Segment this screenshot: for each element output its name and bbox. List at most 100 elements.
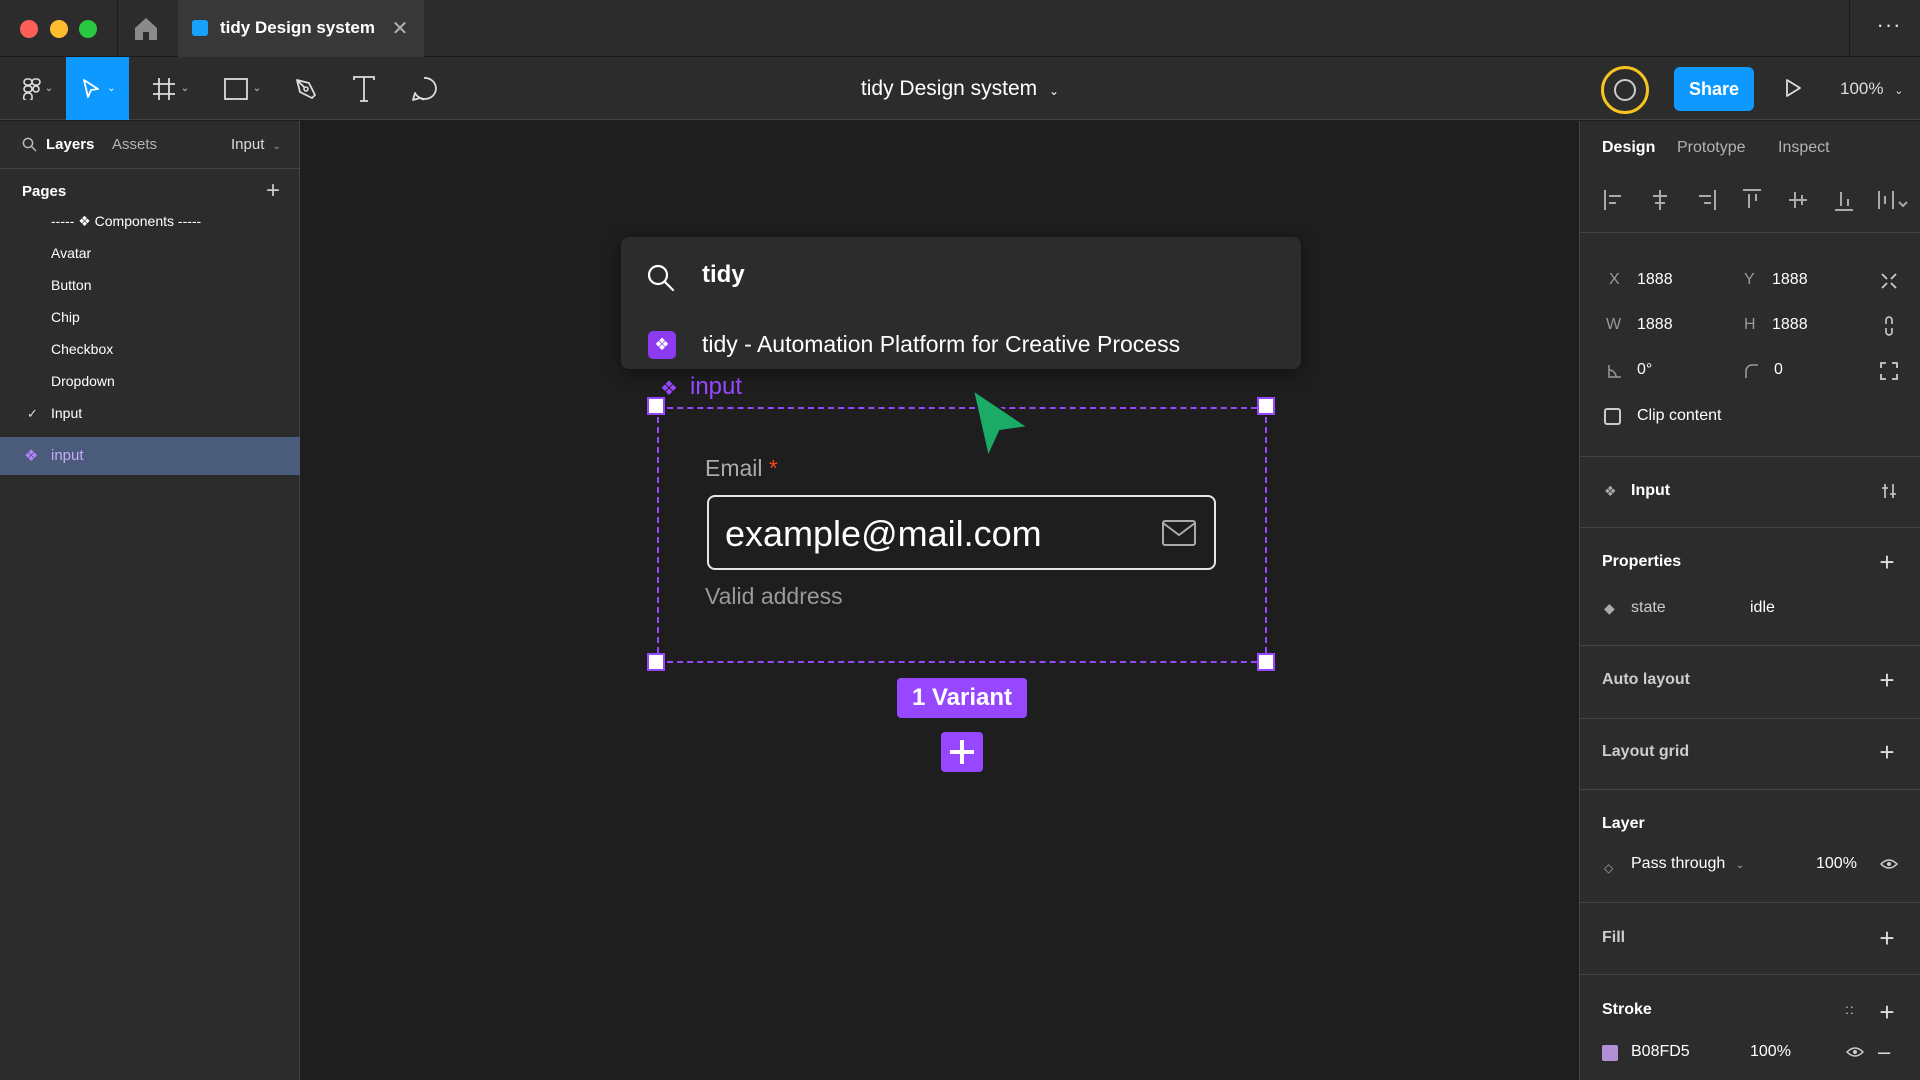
page-item-dropdown[interactable]: Dropdown xyxy=(51,373,115,389)
page-item-chip[interactable]: Chip xyxy=(51,309,80,325)
resize-handle-top-left[interactable] xyxy=(647,397,665,415)
page-item-components[interactable]: ----- ❖ Components ----- xyxy=(51,213,201,230)
layout-grid-header: Layout grid xyxy=(1602,743,1690,760)
email-field[interactable]: example@mail.com xyxy=(707,495,1216,570)
figma-file-icon xyxy=(192,20,208,36)
quick-actions-menu: tidy ❖ tidy - Automation Platform for Cr… xyxy=(621,237,1301,369)
variant-count-badge[interactable]: 1 Variant xyxy=(897,678,1027,718)
add-property-icon[interactable]: + xyxy=(1874,549,1900,575)
independent-corners-icon[interactable] xyxy=(1880,362,1898,380)
chevron-down-icon: ⌄ xyxy=(107,83,116,94)
canvas[interactable]: tidy ❖ tidy - Automation Platform for Cr… xyxy=(301,121,1579,1080)
add-auto-layout-icon[interactable]: + xyxy=(1874,667,1900,693)
close-window-button[interactable] xyxy=(20,20,38,38)
styles-grid-icon[interactable]: :: xyxy=(1845,1001,1855,1017)
zoom-level: 100% xyxy=(1840,79,1884,98)
share-button[interactable]: Share xyxy=(1674,67,1754,111)
h-input[interactable]: 1888 xyxy=(1772,316,1808,334)
divider xyxy=(1580,974,1920,975)
more-icon[interactable]: ··· xyxy=(1872,12,1906,42)
align-vertical-center-icon[interactable] xyxy=(1786,187,1810,213)
left-panel: Layers Assets Input ⌄ Pages + ----- ❖ Co… xyxy=(0,121,300,1080)
shape-tool-button[interactable]: ⌄ xyxy=(214,57,270,120)
tab-prototype[interactable]: Prototype xyxy=(1677,139,1745,157)
blend-mode-value: Pass through xyxy=(1631,855,1726,872)
x-input[interactable]: 1888 xyxy=(1637,271,1673,289)
divider xyxy=(117,0,118,57)
add-layout-grid-icon[interactable]: + xyxy=(1874,739,1900,765)
resize-handle-bottom-right[interactable] xyxy=(1257,653,1275,671)
blend-mode-dropdown[interactable]: Pass through ⌄ xyxy=(1631,855,1744,873)
divider xyxy=(1580,645,1920,646)
tab-file[interactable]: tidy Design system ✕ xyxy=(178,0,424,57)
pen-tool-button[interactable] xyxy=(286,57,326,120)
close-tab-icon[interactable]: ✕ xyxy=(388,16,412,41)
align-top-icon[interactable] xyxy=(1740,187,1764,213)
add-variant-button[interactable] xyxy=(941,732,983,772)
home-icon[interactable] xyxy=(132,16,160,42)
stroke-color-value[interactable]: B08FD5 xyxy=(1631,1043,1690,1061)
page-dropdown[interactable]: Input ⌄ xyxy=(231,136,281,153)
auto-layout-header: Auto layout xyxy=(1602,671,1690,688)
chevron-down-icon: ⌄ xyxy=(180,83,190,94)
tab-assets[interactable]: Assets xyxy=(112,136,157,153)
frame-tool-button[interactable]: ⌄ xyxy=(142,57,198,120)
remove-stroke-icon[interactable]: – xyxy=(1878,1039,1890,1065)
constraints-icon[interactable] xyxy=(1880,272,1898,290)
component-properties-icon[interactable] xyxy=(1881,482,1897,500)
move-tool-button[interactable]: ⌄ xyxy=(66,57,129,120)
tab-inspect[interactable]: Inspect xyxy=(1778,139,1830,157)
zoom-dropdown[interactable]: 100% ⌄ xyxy=(1840,79,1903,99)
tab-design[interactable]: Design xyxy=(1602,139,1655,157)
quick-actions-result[interactable]: tidy - Automation Platform for Creative … xyxy=(702,331,1180,358)
main-menu-button[interactable]: ⌄ xyxy=(14,57,62,120)
chevron-down-icon[interactable]: ⌄ xyxy=(1049,84,1059,98)
align-right-icon[interactable] xyxy=(1694,187,1718,213)
eye-icon[interactable] xyxy=(1846,1045,1864,1059)
divider xyxy=(1580,527,1920,528)
quick-actions-input[interactable]: tidy xyxy=(702,261,745,289)
file-title[interactable]: tidy Design system xyxy=(861,77,1037,100)
search-icon xyxy=(646,263,676,298)
align-horizontal-center-icon[interactable] xyxy=(1648,187,1672,213)
page-item-checkbox[interactable]: Checkbox xyxy=(51,341,113,357)
component-set-label[interactable]: input xyxy=(690,373,742,401)
page-item-avatar[interactable]: Avatar xyxy=(51,245,91,261)
resize-handle-top-right[interactable] xyxy=(1257,397,1275,415)
stroke-opacity-input[interactable]: 100% xyxy=(1750,1043,1791,1061)
align-left-icon[interactable] xyxy=(1602,187,1626,213)
layer-opacity-input[interactable]: 100% xyxy=(1816,855,1857,873)
radius-input[interactable]: 0 xyxy=(1774,361,1783,379)
text-tool-button[interactable] xyxy=(344,57,384,120)
fill-header: Fill xyxy=(1602,929,1626,946)
add-page-icon[interactable]: + xyxy=(262,177,284,205)
comment-tool-button[interactable] xyxy=(404,57,444,120)
x-label: X xyxy=(1609,271,1620,288)
distribute-icon[interactable] xyxy=(1876,187,1910,213)
maximize-window-button[interactable] xyxy=(79,20,97,38)
stroke-color-swatch[interactable] xyxy=(1602,1045,1618,1061)
resize-handle-bottom-left[interactable] xyxy=(647,653,665,671)
divider xyxy=(1580,789,1920,790)
page-item-button[interactable]: Button xyxy=(51,277,91,293)
component-name[interactable]: Input xyxy=(1631,482,1670,500)
clip-content-checkbox[interactable] xyxy=(1604,408,1621,425)
avatar[interactable] xyxy=(1601,66,1649,114)
property-value[interactable]: idle xyxy=(1750,599,1775,617)
chevron-down-icon: ⌄ xyxy=(252,83,262,94)
page-item-input[interactable]: Input xyxy=(51,405,82,421)
constrain-proportions-icon[interactable] xyxy=(1883,316,1895,336)
search-icon[interactable] xyxy=(22,137,37,157)
layer-row-input[interactable]: ❖ input xyxy=(0,437,300,475)
add-fill-icon[interactable]: + xyxy=(1874,925,1900,951)
align-bottom-icon[interactable] xyxy=(1832,187,1856,213)
y-input[interactable]: 1888 xyxy=(1772,271,1808,289)
w-input[interactable]: 1888 xyxy=(1637,316,1673,334)
minimize-window-button[interactable] xyxy=(50,20,68,38)
present-play-icon[interactable] xyxy=(1783,77,1803,104)
add-stroke-icon[interactable]: + xyxy=(1874,999,1900,1025)
divider xyxy=(1580,902,1920,903)
eye-icon[interactable] xyxy=(1880,857,1898,871)
tab-layers[interactable]: Layers xyxy=(46,136,94,153)
rotation-input[interactable]: 0° xyxy=(1637,361,1652,379)
